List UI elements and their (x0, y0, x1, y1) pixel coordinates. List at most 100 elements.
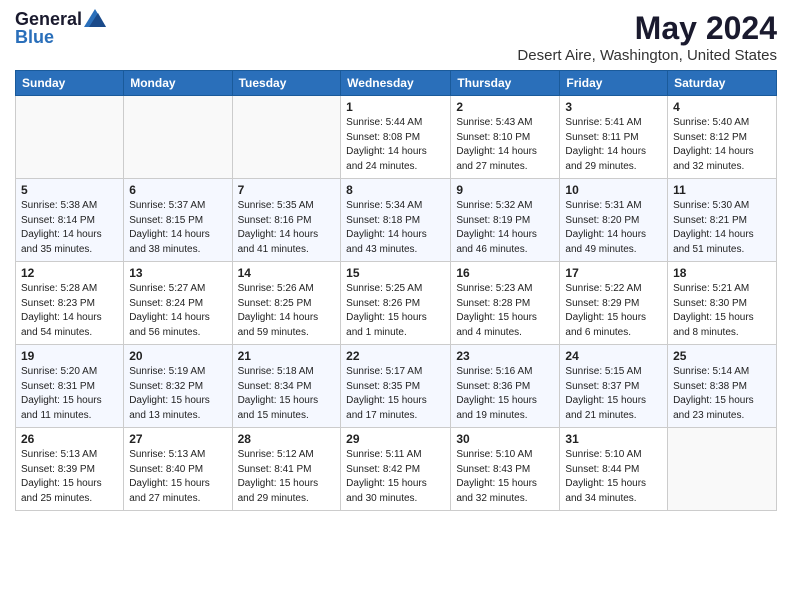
day-info: Sunrise: 5:31 AMSunset: 8:20 PMDaylight:… (565, 199, 662, 257)
day-info: Sunrise: 5:12 AMSunset: 8:41 PMDaylight:… (238, 448, 336, 506)
day-info: Sunrise: 5:41 AMSunset: 8:11 PMDaylight:… (565, 116, 662, 174)
day-cell (124, 96, 232, 179)
day-info: Sunrise: 5:22 AMSunset: 8:29 PMDaylight:… (565, 282, 662, 340)
day-info: Sunrise: 5:14 AMSunset: 8:38 PMDaylight:… (673, 365, 771, 423)
day-info: Sunrise: 5:17 AMSunset: 8:35 PMDaylight:… (346, 365, 445, 423)
day-number: 12 (21, 266, 118, 280)
day-info: Sunrise: 5:35 AMSunset: 8:16 PMDaylight:… (238, 199, 336, 257)
day-number: 4 (673, 100, 771, 114)
day-info: Sunrise: 5:15 AMSunset: 8:37 PMDaylight:… (565, 365, 662, 423)
day-number: 16 (456, 266, 554, 280)
subtitle: Desert Aire, Washington, United States (517, 47, 777, 64)
day-info: Sunrise: 5:26 AMSunset: 8:25 PMDaylight:… (238, 282, 336, 340)
week-row-4: 19 Sunrise: 5:20 AMSunset: 8:31 PMDayligh… (16, 345, 777, 428)
day-cell: 11 Sunrise: 5:30 AMSunset: 8:21 PMDayligh… (668, 179, 777, 262)
day-cell: 14Sunrise: 5:26 AMSunset: 8:25 PMDayligh… (232, 262, 341, 345)
day-info: Sunrise: 5:16 AMSunset: 8:36 PMDaylight:… (456, 365, 554, 423)
calendar-body: 1Sunrise: 5:44 AMSunset: 8:08 PMDaylight… (16, 96, 777, 511)
day-number: 18 (673, 266, 771, 280)
col-header-sunday: Sunday (16, 71, 124, 96)
day-number: 19 (21, 349, 118, 363)
day-cell: 1Sunrise: 5:44 AMSunset: 8:08 PMDaylight… (341, 96, 451, 179)
day-number: 11 (673, 183, 771, 197)
day-cell: 23 Sunrise: 5:16 AMSunset: 8:36 PMDayligh… (451, 345, 560, 428)
day-cell: 16Sunrise: 5:23 AMSunset: 8:28 PMDayligh… (451, 262, 560, 345)
day-number: 31 (565, 432, 662, 446)
day-info: Sunrise: 5:28 AMSunset: 8:23 PMDaylight:… (21, 282, 118, 340)
col-header-monday: Monday (124, 71, 232, 96)
day-info: Sunrise: 5:34 AMSunset: 8:18 PMDaylight:… (346, 199, 445, 257)
day-info: Sunrise: 5:20 AMSunset: 8:31 PMDaylight:… (21, 365, 118, 423)
day-cell: 7 Sunrise: 5:35 AMSunset: 8:16 PMDaylight… (232, 179, 341, 262)
day-number: 28 (238, 432, 336, 446)
day-number: 25 (673, 349, 771, 363)
day-number: 8 (346, 183, 445, 197)
week-row-1: 1Sunrise: 5:44 AMSunset: 8:08 PMDaylight… (16, 96, 777, 179)
day-number: 13 (129, 266, 226, 280)
day-cell: 25 Sunrise: 5:14 AMSunset: 8:38 PMDayligh… (668, 345, 777, 428)
day-info: Sunrise: 5:21 AMSunset: 8:30 PMDaylight:… (673, 282, 771, 340)
day-cell: 5 Sunrise: 5:38 AMSunset: 8:14 PMDaylight… (16, 179, 124, 262)
day-number: 26 (21, 432, 118, 446)
day-info: Sunrise: 5:38 AMSunset: 8:14 PMDaylight:… (21, 199, 118, 257)
day-number: 22 (346, 349, 445, 363)
day-info: Sunrise: 5:10 AMSunset: 8:43 PMDaylight:… (456, 448, 554, 506)
day-cell: 15Sunrise: 5:25 AMSunset: 8:26 PMDayligh… (341, 262, 451, 345)
day-number: 1 (346, 100, 445, 114)
page: General Blue May 2024 Desert Aire, Washi… (0, 0, 792, 612)
day-cell: 18 Sunrise: 5:21 AMSunset: 8:30 PMDayligh… (668, 262, 777, 345)
day-cell: 13 Sunrise: 5:27 AMSunset: 8:24 PMDayligh… (124, 262, 232, 345)
day-number: 27 (129, 432, 226, 446)
day-cell: 19 Sunrise: 5:20 AMSunset: 8:31 PMDayligh… (16, 345, 124, 428)
day-cell: 30 Sunrise: 5:10 AMSunset: 8:43 PMDayligh… (451, 428, 560, 511)
day-cell: 29Sunrise: 5:11 AMSunset: 8:42 PMDayligh… (341, 428, 451, 511)
day-number: 30 (456, 432, 554, 446)
day-cell: 27 Sunrise: 5:13 AMSunset: 8:40 PMDayligh… (124, 428, 232, 511)
day-cell: 24Sunrise: 5:15 AMSunset: 8:37 PMDayligh… (560, 345, 668, 428)
day-cell (232, 96, 341, 179)
calendar-table: SundayMondayTuesdayWednesdayThursdayFrid… (15, 70, 777, 511)
day-cell: 22 Sunrise: 5:17 AMSunset: 8:35 PMDayligh… (341, 345, 451, 428)
calendar-header: SundayMondayTuesdayWednesdayThursdayFrid… (16, 71, 777, 96)
col-header-saturday: Saturday (668, 71, 777, 96)
col-header-friday: Friday (560, 71, 668, 96)
main-title: May 2024 (517, 10, 777, 47)
header-row: SundayMondayTuesdayWednesdayThursdayFrid… (16, 71, 777, 96)
day-info: Sunrise: 5:30 AMSunset: 8:21 PMDaylight:… (673, 199, 771, 257)
logo: General Blue (15, 10, 106, 48)
day-info: Sunrise: 5:11 AMSunset: 8:42 PMDaylight:… (346, 448, 445, 506)
day-info: Sunrise: 5:27 AMSunset: 8:24 PMDaylight:… (129, 282, 226, 340)
day-number: 10 (565, 183, 662, 197)
logo-icon (84, 9, 106, 27)
day-cell: 28 Sunrise: 5:12 AMSunset: 8:41 PMDayligh… (232, 428, 341, 511)
day-cell: 2 Sunrise: 5:43 AMSunset: 8:10 PMDaylight… (451, 96, 560, 179)
day-cell: 6Sunrise: 5:37 AMSunset: 8:15 PMDaylight… (124, 179, 232, 262)
title-section: May 2024 Desert Aire, Washington, United… (517, 10, 777, 64)
day-info: Sunrise: 5:18 AMSunset: 8:34 PMDaylight:… (238, 365, 336, 423)
week-row-2: 5 Sunrise: 5:38 AMSunset: 8:14 PMDaylight… (16, 179, 777, 262)
day-number: 21 (238, 349, 336, 363)
day-number: 23 (456, 349, 554, 363)
day-cell: 9Sunrise: 5:32 AMSunset: 8:19 PMDaylight… (451, 179, 560, 262)
day-info: Sunrise: 5:43 AMSunset: 8:10 PMDaylight:… (456, 116, 554, 174)
logo-text: General Blue (15, 10, 106, 48)
day-cell: 4 Sunrise: 5:40 AMSunset: 8:12 PMDaylight… (668, 96, 777, 179)
day-number: 15 (346, 266, 445, 280)
day-number: 7 (238, 183, 336, 197)
day-number: 2 (456, 100, 554, 114)
day-number: 5 (21, 183, 118, 197)
day-number: 6 (129, 183, 226, 197)
day-cell (668, 428, 777, 511)
col-header-wednesday: Wednesday (341, 71, 451, 96)
day-info: Sunrise: 5:40 AMSunset: 8:12 PMDaylight:… (673, 116, 771, 174)
day-cell: 10 Sunrise: 5:31 AMSunset: 8:20 PMDayligh… (560, 179, 668, 262)
day-info: Sunrise: 5:13 AMSunset: 8:40 PMDaylight:… (129, 448, 226, 506)
week-row-3: 12 Sunrise: 5:28 AMSunset: 8:23 PMDayligh… (16, 262, 777, 345)
day-cell: 8 Sunrise: 5:34 AMSunset: 8:18 PMDaylight… (341, 179, 451, 262)
day-number: 20 (129, 349, 226, 363)
col-header-thursday: Thursday (451, 71, 560, 96)
day-cell: 21 Sunrise: 5:18 AMSunset: 8:34 PMDayligh… (232, 345, 341, 428)
day-cell: 17Sunrise: 5:22 AMSunset: 8:29 PMDayligh… (560, 262, 668, 345)
day-info: Sunrise: 5:13 AMSunset: 8:39 PMDaylight:… (21, 448, 118, 506)
day-cell: 31Sunrise: 5:10 AMSunset: 8:44 PMDayligh… (560, 428, 668, 511)
